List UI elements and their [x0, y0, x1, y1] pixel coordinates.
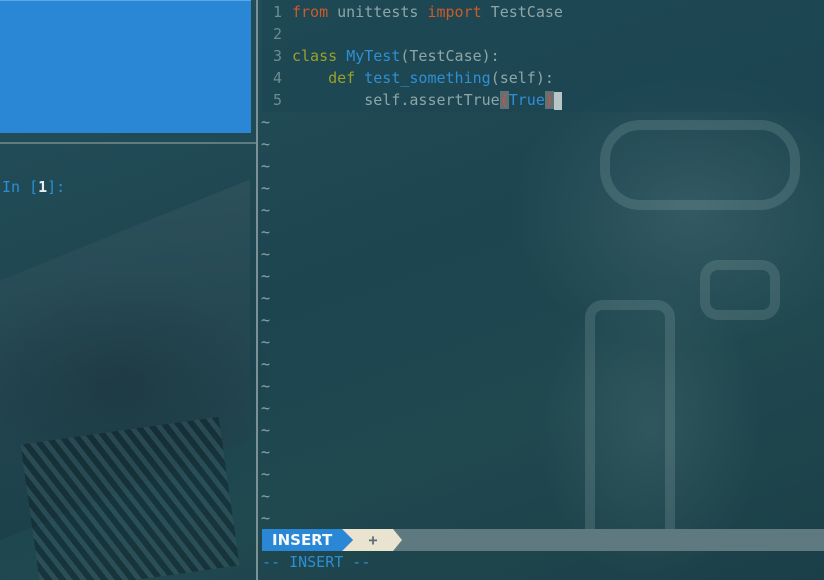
matching-paren-close: ) [544, 91, 554, 109]
ipython-prompt[interactable]: In [1]: [2, 178, 65, 196]
constant-true: True [508, 91, 545, 109]
empty-line-marker: ~ [261, 223, 271, 241]
empty-line-marker: ~ [261, 465, 271, 483]
line-number: 1 [272, 3, 282, 21]
empty-line-marker: ~ [261, 135, 271, 153]
code-line-5[interactable]: 5 self.assertTrue(True) [262, 89, 562, 111]
code-line-2[interactable]: 2 [262, 23, 292, 45]
keyword-import: import [427, 3, 482, 21]
function-name: test_something [364, 69, 491, 87]
modified-flag: + [353, 529, 393, 551]
statusline-arrow [342, 529, 353, 551]
prompt-suffix: ]: [47, 178, 66, 196]
empty-line-marker: ~ [261, 421, 271, 439]
line-number: 4 [272, 69, 282, 87]
pane-divider-horizontal[interactable] [0, 142, 256, 144]
text-cursor [553, 91, 562, 110]
empty-line-marker: ~ [261, 509, 271, 527]
empty-line-marker: ~ [261, 355, 271, 373]
code-text: unittests [328, 3, 428, 21]
keyword-from: from [292, 3, 329, 21]
matching-paren-open: ( [499, 91, 509, 109]
code-line-1[interactable]: 1 from unittests import TestCase [262, 1, 563, 23]
empty-line-marker: ~ [261, 333, 271, 351]
wallpaper-shape [585, 300, 675, 550]
code-text: (self): [490, 69, 554, 87]
keyword-class: class [292, 47, 338, 65]
empty-line-marker: ~ [261, 157, 271, 175]
prompt-number: 1 [38, 178, 48, 196]
code-line-3[interactable]: 3 class MyTest(TestCase): [262, 45, 500, 67]
code-text: self.assertTrue [364, 91, 500, 109]
keyword-def: def [328, 69, 356, 87]
wallpaper-shape [600, 120, 800, 210]
empty-line-marker: ~ [261, 113, 271, 131]
empty-line-marker: ~ [261, 377, 271, 395]
empty-line-marker: ~ [261, 487, 271, 505]
mode-indicator: INSERT [262, 529, 342, 551]
code-text: TestCase [481, 3, 563, 21]
wallpaper-spiral-binding [20, 416, 240, 580]
prompt-prefix: In [ [2, 178, 39, 196]
pane-border [0, 0, 251, 1]
empty-line-marker: ~ [261, 267, 271, 285]
pane-divider-vertical[interactable] [256, 0, 258, 580]
empty-line-marker: ~ [261, 399, 271, 417]
code-text: (TestCase): [400, 47, 500, 65]
empty-line-marker: ~ [261, 443, 271, 461]
wallpaper-shape [700, 260, 780, 320]
empty-line-marker: ~ [261, 201, 271, 219]
empty-line-marker: ~ [261, 245, 271, 263]
empty-line-marker: ~ [261, 289, 271, 307]
line-number: 3 [272, 47, 282, 65]
statusline-arrow [393, 529, 402, 551]
empty-line-marker: ~ [261, 311, 271, 329]
empty-line-marker: ~ [261, 179, 271, 197]
class-name: MyTest [346, 47, 401, 65]
code-line-4[interactable]: 4 def test_something(self): [262, 67, 554, 89]
line-number: 2 [272, 25, 282, 43]
command-line[interactable]: -- INSERT -- [262, 552, 370, 574]
line-number: 5 [272, 91, 282, 109]
terminal-pane-top[interactable] [0, 0, 251, 133]
